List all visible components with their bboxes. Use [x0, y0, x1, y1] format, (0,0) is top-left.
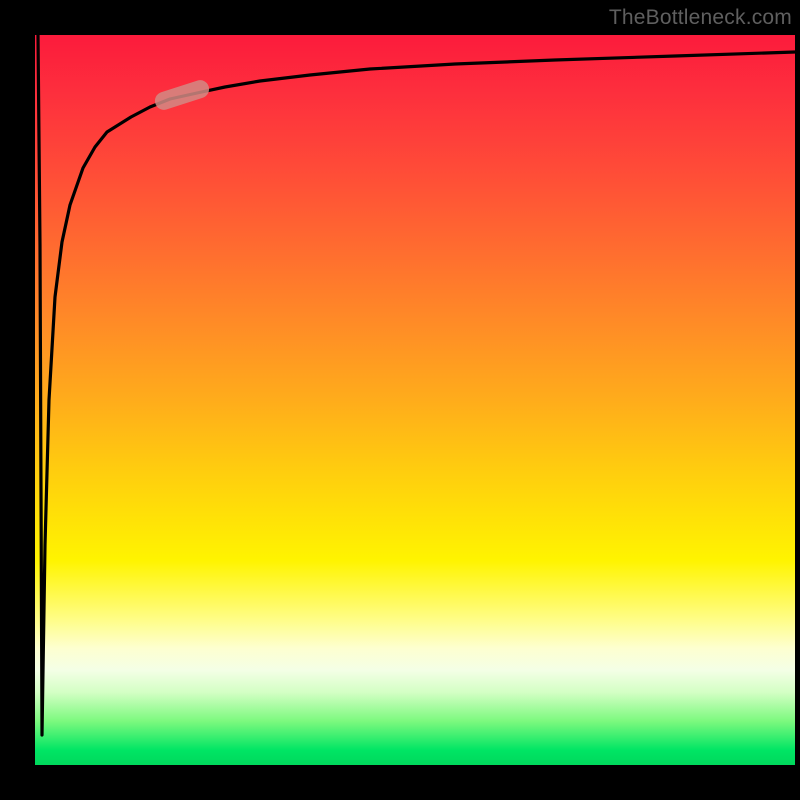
curve-layer [35, 35, 795, 765]
current-point-marker [153, 78, 212, 112]
chart-frame: TheBottleneck.com [0, 0, 800, 800]
plot-area [35, 35, 795, 765]
bottleneck-curve [38, 35, 795, 735]
watermark-text: TheBottleneck.com [609, 6, 792, 30]
